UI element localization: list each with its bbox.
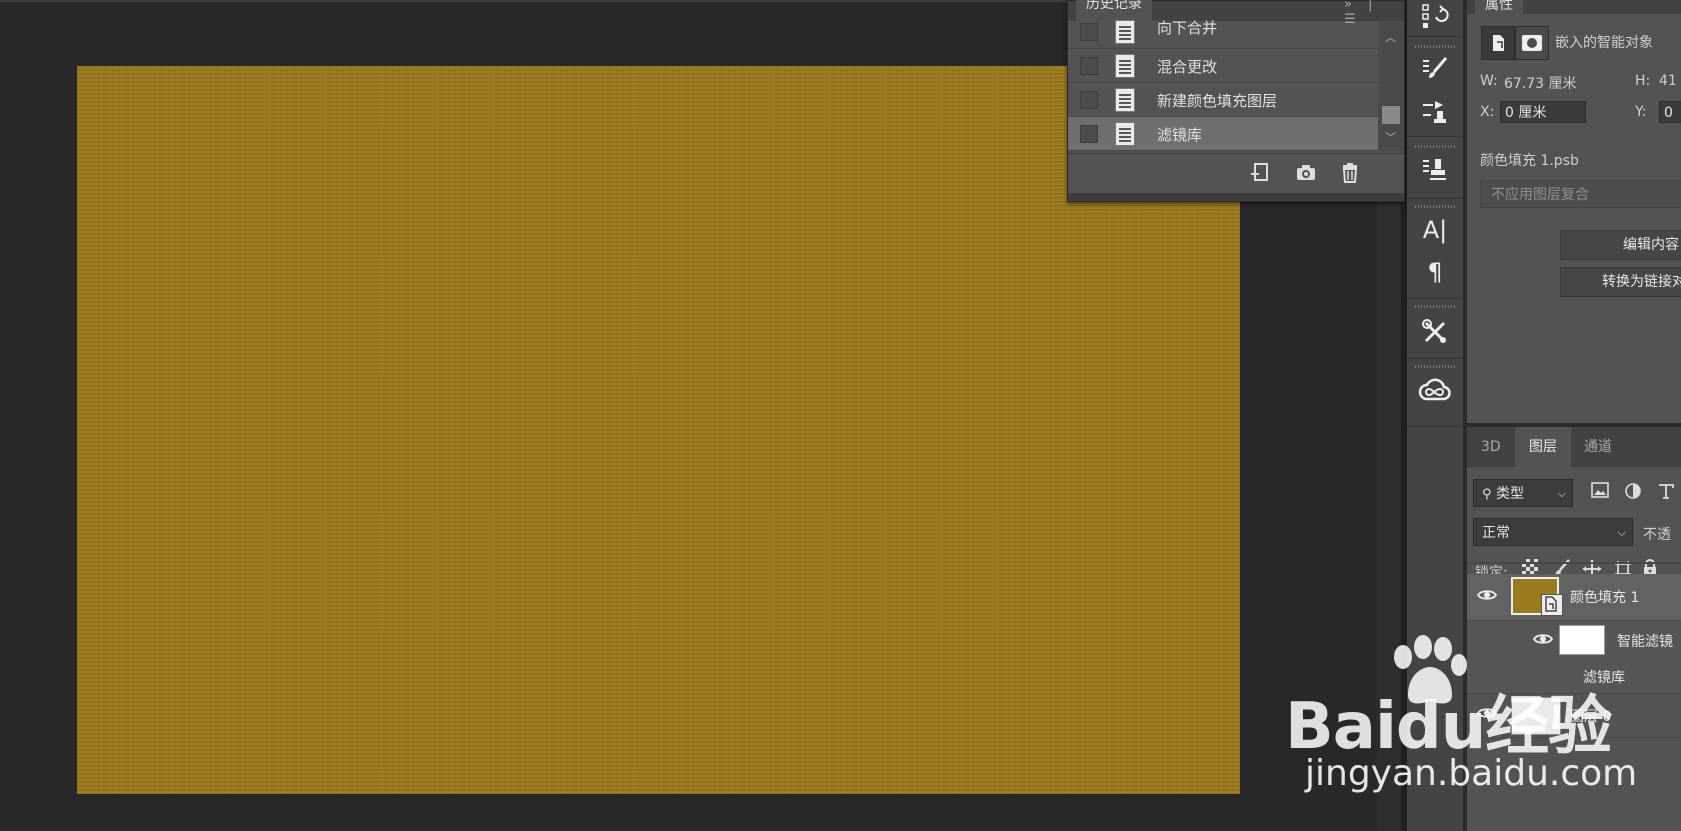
history-item[interactable]: 混合更改 [1068, 49, 1378, 83]
x-position-field[interactable]: 0 厘米 [1500, 101, 1586, 123]
mask-icon[interactable] [1515, 26, 1549, 60]
history-item-label: 混合更改 [1157, 58, 1218, 76]
snapshot-camera-icon[interactable] [1294, 162, 1318, 186]
layer-name[interactable]: 滤镜库 [1583, 667, 1625, 687]
dock-separator [1407, 198, 1463, 199]
history-item-label: 向下合并 [1157, 19, 1218, 37]
properties-tab-bar: 属性 [1467, 0, 1681, 14]
history-source-checkbox[interactable] [1080, 23, 1098, 41]
layer-name[interactable]: 智能滤镜 [1617, 631, 1673, 651]
dock-separator [1407, 36, 1463, 37]
layer-comp-select[interactable]: 不应用图层复合 [1480, 180, 1681, 208]
y-label: Y: [1635, 104, 1647, 120]
blend-mode-select[interactable]: 正常 ⌵ [1473, 518, 1633, 546]
dock-grip[interactable] [1415, 45, 1455, 48]
x-label: X: [1480, 104, 1495, 120]
stamp-icon[interactable] [1415, 152, 1455, 188]
smart-object-badge-icon [1541, 594, 1563, 616]
dock-separator [1407, 298, 1463, 299]
clone-source-icon[interactable] [1415, 94, 1455, 130]
tool-presets-icon[interactable] [1415, 314, 1455, 350]
character-panel-icon[interactable]: A| [1415, 212, 1455, 248]
smart-filter-mask-thumbnail[interactable] [1559, 625, 1605, 655]
history-state-icon [1115, 88, 1135, 112]
eye-visibility-icon[interactable] [1476, 587, 1498, 607]
dock-separator [1407, 358, 1463, 359]
layer-name[interactable]: 颜色填充 1 [1570, 587, 1639, 607]
layer-row[interactable]: 智能滤镜 [1467, 621, 1681, 662]
history-state-icon [1115, 54, 1135, 78]
brush-settings-icon[interactable] [1415, 52, 1455, 88]
chevron-down-icon: ⌵ [1557, 487, 1566, 500]
layer-thumbnail[interactable] [1511, 697, 1561, 735]
history-source-checkbox[interactable] [1080, 125, 1098, 143]
dock-separator [1407, 426, 1463, 427]
tab-channels[interactable]: 通道 [1570, 427, 1626, 467]
history-item-label: 新建颜色填充图层 [1157, 92, 1278, 110]
smart-object-icon[interactable] [1481, 26, 1515, 60]
layers-panel: 3D 图层 通道 ⚲ 类型 ⌵ 正常 ⌵ 不透 锁定: 颜色填充 1 智能滤镜 … [1467, 427, 1681, 831]
trash-icon[interactable] [1338, 162, 1362, 186]
chevron-down-icon: ⌵ [1617, 526, 1626, 539]
y-position-field[interactable]: 0 [1659, 101, 1681, 123]
image-filter-icon[interactable] [1589, 482, 1611, 504]
dock-separator [1407, 136, 1463, 137]
dock-grip[interactable] [1415, 305, 1455, 308]
layer-row-selected[interactable]: 颜色填充 1 [1467, 574, 1681, 621]
dock-grip[interactable] [1415, 365, 1455, 368]
layer-filter-kind-label: 类型 [1495, 486, 1524, 502]
tab-properties[interactable]: 属性 [1475, 0, 1523, 14]
tab-layers[interactable]: 图层 [1515, 427, 1571, 467]
adjustment-filter-icon[interactable] [1622, 482, 1644, 504]
scroll-down-icon[interactable]: ﹀ [1385, 129, 1396, 145]
history-footer [1068, 153, 1404, 194]
blend-mode-label: 正常 [1482, 525, 1510, 541]
history-source-checkbox[interactable] [1080, 57, 1098, 75]
history-source-checkbox[interactable] [1080, 91, 1098, 109]
scroll-up-icon[interactable]: ︿ [1385, 29, 1396, 45]
history-state-icon [1115, 122, 1135, 146]
history-item[interactable]: 新建颜色填充图层 [1068, 83, 1378, 117]
paragraph-panel-icon[interactable]: ¶ [1415, 254, 1455, 290]
history-brush-icon[interactable] [1415, 0, 1455, 36]
history-scrollbar[interactable]: ︿ ﹀ [1378, 21, 1404, 151]
new-document-from-state-icon[interactable] [1248, 162, 1272, 186]
convert-to-linked-button[interactable]: 转换为链接对象 [1560, 267, 1681, 297]
history-panel: 历史记录 » | ☰ 向下合并 混合更改 新建颜色填充图层 滤镜库 ︿ ﹀ [1067, 0, 1405, 202]
scroll-thumb[interactable] [1382, 106, 1400, 124]
eye-visibility-icon[interactable] [1532, 631, 1554, 651]
smart-object-file-name: 颜色填充 1.psb [1480, 153, 1579, 169]
dock-grip[interactable] [1415, 145, 1455, 148]
height-label: H: [1635, 73, 1651, 89]
type-filter-icon[interactable] [1655, 482, 1677, 504]
object-type-label: 嵌入的智能对象 [1555, 35, 1653, 51]
opacity-label: 不透 [1643, 527, 1671, 543]
layers-toolbar-divider [1467, 562, 1681, 564]
search-icon: ⚲ [1482, 487, 1492, 502]
tab-3d[interactable]: 3D [1467, 427, 1515, 467]
history-item[interactable]: 向下合并 [1068, 15, 1378, 49]
layer-row[interactable]: 滤镜库 [1467, 661, 1681, 694]
layer-row[interactable]: 图层 0 [1467, 693, 1681, 738]
width-value[interactable]: 67.73 厘米 [1504, 73, 1577, 93]
workspace-top-edge [0, 0, 1070, 2]
eye-visibility-icon[interactable] [1476, 705, 1498, 725]
layer-filter-kind-select[interactable]: ⚲ 类型 ⌵ [1473, 479, 1573, 507]
dock-grip[interactable] [1415, 205, 1455, 208]
document-canvas[interactable] [77, 66, 1240, 794]
properties-panel: 属性 嵌入的智能对象 W: 67.73 厘米 H: 41 X: 0 厘米 Y: … [1467, 0, 1681, 423]
history-item-selected[interactable]: 滤镜库 [1068, 117, 1378, 151]
history-resize-grip[interactable] [1068, 193, 1404, 201]
panel-icon-dock: A| ¶ [1407, 0, 1463, 831]
history-item-label: 滤镜库 [1157, 126, 1203, 144]
layer-name[interactable]: 图层 0 [1570, 706, 1611, 726]
width-label: W: [1480, 73, 1498, 89]
creative-cloud-icon[interactable] [1415, 372, 1455, 408]
history-state-icon [1115, 20, 1135, 44]
layers-tab-bar: 3D 图层 通道 [1467, 427, 1681, 467]
edit-contents-button[interactable]: 编辑内容 [1560, 230, 1681, 260]
height-value[interactable]: 41 [1659, 73, 1677, 89]
